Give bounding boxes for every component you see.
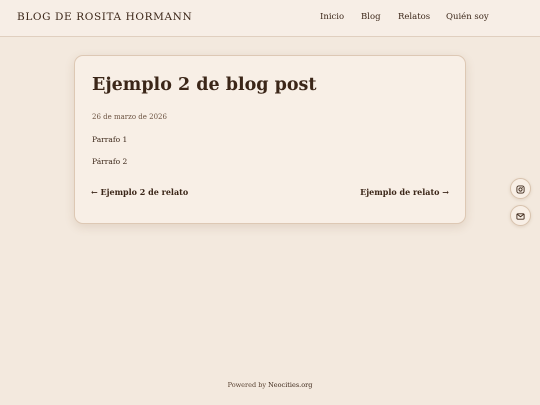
post-date: 26 de marzo de 2026: [92, 113, 167, 121]
post-card: Ejemplo 2 de blog post 26 de marzo de 20…: [74, 55, 466, 224]
site-footer: Powered by Neocities.org: [0, 381, 540, 389]
footer-powered-by: Powered by: [227, 381, 269, 389]
nav-item-inicio[interactable]: Inicio: [320, 12, 344, 22]
post-title: Ejemplo 2 de blog post: [92, 75, 317, 95]
site-header: BLOG DE ROSITA HORMANN Inicio Blog Relat…: [0, 0, 540, 37]
mail-button[interactable]: [510, 205, 531, 226]
nav-item-quien-soy[interactable]: Quién soy: [446, 12, 489, 22]
next-post-link[interactable]: Ejemplo de relato →: [360, 187, 449, 197]
previous-post-link[interactable]: ← Ejemplo 2 de relato: [91, 187, 188, 197]
post-paragraph: Parrafo 1: [92, 135, 128, 144]
nav-item-relatos[interactable]: Relatos: [398, 12, 430, 22]
site-title-link[interactable]: BLOG DE ROSITA HORMANN: [17, 11, 192, 23]
neocities-link[interactable]: Neocities.org: [268, 381, 312, 389]
post-paragraph: Párrafo 2: [92, 157, 128, 166]
instagram-icon: [516, 179, 525, 198]
instagram-button[interactable]: [510, 178, 531, 199]
mail-icon: [516, 206, 525, 225]
nav-item-blog[interactable]: Blog: [361, 12, 381, 22]
